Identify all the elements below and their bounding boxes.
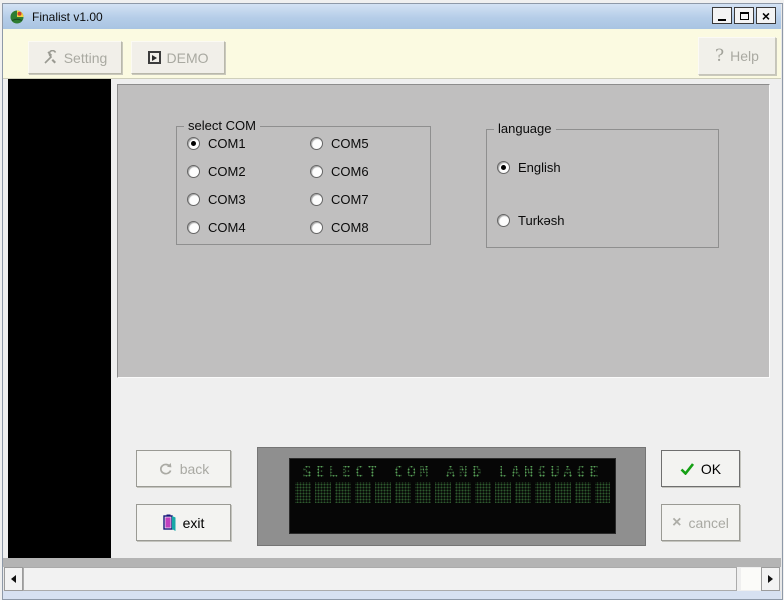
scroll-right-button[interactable] — [761, 567, 780, 591]
setting-button[interactable]: Setting — [28, 41, 122, 74]
radio-button — [310, 137, 323, 150]
radio-label: COM4 — [208, 220, 246, 235]
titlebar: Finalist v1.00 × — [3, 4, 781, 30]
scroll-track[interactable] — [741, 568, 761, 590]
radio-label: COM1 — [208, 136, 246, 151]
maximize-icon — [740, 12, 749, 20]
radio-option-com7[interactable]: COM7 — [310, 191, 369, 208]
demo-button-label: DEMO — [167, 50, 209, 66]
led-display-screen: SELECT COM AND LANGUAGE — [289, 458, 616, 534]
radio-button — [187, 165, 200, 178]
radio-label: COM2 — [208, 164, 246, 179]
demo-button[interactable]: DEMO — [131, 41, 225, 74]
help-button[interactable]: ? Help — [698, 37, 776, 75]
back-button-label: back — [180, 461, 210, 477]
led-dim-row — [295, 482, 610, 503]
play-icon — [148, 51, 161, 64]
horizontal-scrollbar[interactable] — [4, 567, 780, 591]
ok-button-label: OK — [701, 461, 721, 477]
radio-button — [187, 137, 200, 150]
help-button-label: Help — [730, 48, 759, 64]
radio-label: COM8 — [331, 220, 369, 235]
cancel-button-label: cancel — [688, 515, 728, 531]
window-bottom-frame — [3, 591, 781, 599]
radio-option-english[interactable]: English — [497, 159, 561, 176]
question-mark-icon: ? — [715, 46, 724, 66]
left-arrow-icon — [11, 575, 16, 583]
com-groupbox: select COM COM1 COM2 COM3 COM4 COM5 COM6… — [176, 126, 431, 245]
radio-button — [310, 221, 323, 234]
exit-button-label: exit — [183, 515, 205, 531]
app-window: Finalist v1.00 × Setting DEMO ? Help — [0, 0, 784, 600]
back-button[interactable]: back — [136, 450, 231, 487]
radio-button — [310, 193, 323, 206]
language-groupbox: language English Turkəsh — [486, 129, 719, 248]
radio-option-com3[interactable]: COM3 — [187, 191, 246, 208]
window-title: Finalist v1.00 — [32, 10, 103, 24]
radio-button — [497, 214, 510, 227]
setting-button-label: Setting — [64, 50, 108, 66]
minimize-button[interactable] — [712, 7, 732, 24]
exit-button[interactable]: exit — [136, 504, 231, 541]
radio-button — [187, 193, 200, 206]
radio-label: English — [518, 160, 561, 175]
exit-door-icon — [163, 514, 176, 531]
right-arrow-icon — [768, 575, 773, 583]
setting-icon — [43, 50, 58, 65]
radio-option-com4[interactable]: COM4 — [187, 219, 246, 236]
radio-label: COM5 — [331, 136, 369, 151]
radio-button — [310, 165, 323, 178]
radio-button — [497, 161, 510, 174]
toolbar: Setting DEMO ? Help — [3, 29, 781, 79]
com-groupbox-label: select COM — [184, 118, 260, 134]
maximize-button[interactable] — [734, 7, 754, 24]
radio-option-com2[interactable]: COM2 — [187, 163, 246, 180]
radio-label: Turkəsh — [518, 213, 564, 228]
bottom-strip — [3, 558, 781, 567]
radio-label: COM7 — [331, 192, 369, 207]
x-icon: × — [672, 515, 681, 531]
close-icon: × — [762, 9, 770, 23]
refresh-back-icon — [158, 462, 173, 476]
radio-option-com5[interactable]: COM5 — [310, 135, 369, 152]
led-message: SELECT COM AND LANGUAGE — [290, 463, 615, 481]
left-black-panel — [8, 79, 111, 558]
radio-option-com1[interactable]: COM1 — [187, 135, 246, 152]
cancel-button[interactable]: × cancel — [661, 504, 740, 541]
checkmark-icon — [680, 463, 694, 475]
scroll-thumb[interactable] — [23, 567, 737, 591]
language-groupbox-label: language — [494, 121, 556, 137]
radio-option-turkish[interactable]: Turkəsh — [497, 212, 564, 229]
app-icon — [9, 9, 25, 25]
radio-label: COM3 — [208, 192, 246, 207]
scroll-left-button[interactable] — [4, 567, 23, 591]
minimize-icon — [718, 19, 726, 21]
radio-option-com8[interactable]: COM8 — [310, 219, 369, 236]
close-button[interactable]: × — [756, 7, 776, 24]
ok-button[interactable]: OK — [661, 450, 740, 487]
radio-option-com6[interactable]: COM6 — [310, 163, 369, 180]
radio-button — [187, 221, 200, 234]
radio-label: COM6 — [331, 164, 369, 179]
